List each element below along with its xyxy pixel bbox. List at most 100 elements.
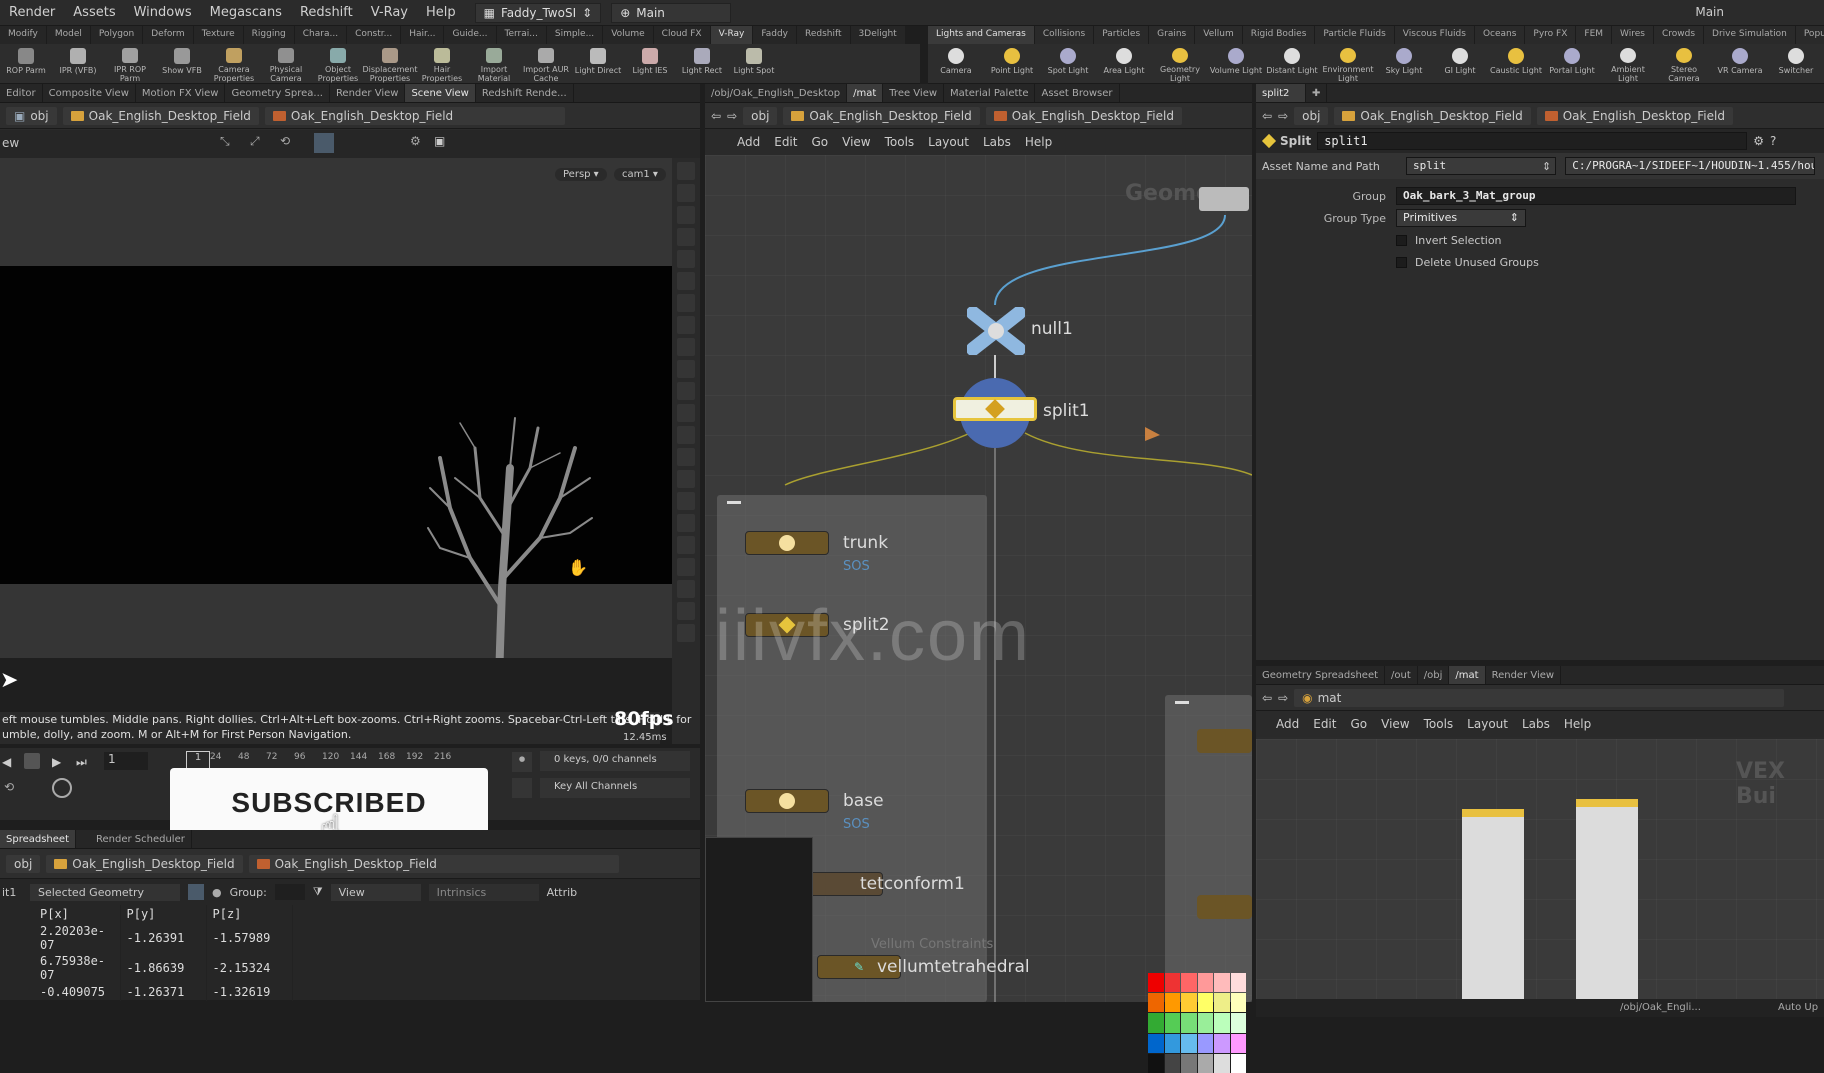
- pane-tab[interactable]: Geometry Sprea...: [225, 84, 330, 102]
- palette-swatch[interactable]: [1181, 1053, 1197, 1073]
- shelf-tool[interactable]: Camera: [928, 44, 984, 83]
- shelf-tab[interactable]: Collisions: [1035, 26, 1095, 44]
- null1-node[interactable]: [966, 306, 1026, 356]
- pane-tab[interactable]: /out: [1385, 666, 1418, 684]
- palette-swatch[interactable]: [1164, 993, 1180, 1013]
- help-icon[interactable]: ?: [1770, 134, 1776, 148]
- viewport-tool-icon[interactable]: [677, 536, 695, 554]
- shelf-tab[interactable]: Redshift: [797, 26, 851, 44]
- shelf-tool[interactable]: Geometry Light: [1152, 44, 1208, 83]
- shelf-tool[interactable]: Area Light: [1096, 44, 1152, 83]
- mat-network[interactable]: VEX Bui: [1256, 739, 1824, 999]
- ss-intrinsics[interactable]: Intrinsics: [428, 883, 539, 901]
- menu-item[interactable]: Layout: [928, 135, 969, 149]
- shelf-tab[interactable]: Hair...: [401, 26, 445, 44]
- pane-tab[interactable]: /mat: [1449, 666, 1486, 684]
- pane-tab[interactable]: Render View: [1486, 666, 1562, 684]
- menu-windows[interactable]: Windows: [125, 5, 201, 20]
- group-type-select[interactable]: Primitives ⇕: [1396, 209, 1526, 227]
- collapse-box-icon[interactable]: [1175, 701, 1189, 704]
- palette-swatch[interactable]: [1148, 993, 1164, 1013]
- menu-item[interactable]: Tools: [1424, 717, 1454, 731]
- shelf-tool[interactable]: Object Properties: [312, 44, 364, 83]
- palette-swatch[interactable]: [1197, 973, 1213, 993]
- network-editor[interactable]: Geome null1 split1 trunk SOS split2 base…: [705, 155, 1252, 1073]
- keyframe-icon[interactable]: ⏺: [512, 752, 532, 772]
- shelf-tool[interactable]: GI Light: [1432, 44, 1488, 83]
- tetconform1-label[interactable]: tetconform1: [860, 874, 965, 894]
- ss-path-a[interactable]: Oak_English_Desktop_Field: [46, 854, 243, 873]
- palette-swatch[interactable]: [1181, 973, 1197, 993]
- palette-swatch[interactable]: [1164, 1013, 1180, 1033]
- pane-tab[interactable]: /obj/Oak_English_Desktop: [705, 84, 848, 102]
- status-auto[interactable]: Auto Up: [1778, 1002, 1818, 1013]
- palette-swatch[interactable]: [1148, 1013, 1164, 1033]
- col-py[interactable]: P[y]: [120, 905, 207, 923]
- realtime-icon[interactable]: [52, 778, 72, 798]
- menu-item[interactable]: View: [1381, 717, 1409, 731]
- viewport-3d[interactable]: Persp ▾ cam1 ▾ ✋: [0, 158, 672, 722]
- viewport-tool-icon[interactable]: [677, 338, 695, 356]
- col-px[interactable]: P[x]: [34, 905, 121, 923]
- viewport-tool-icon[interactable]: [677, 272, 695, 290]
- shelf-tab[interactable]: Guide...: [444, 26, 497, 44]
- shelf-tab[interactable]: 3Delight: [851, 26, 905, 44]
- pane-tab[interactable]: Asset Browser: [1035, 84, 1120, 102]
- chevron-updown-icon[interactable]: ⇕: [1542, 160, 1551, 173]
- shelf-tab[interactable]: Grains: [1149, 26, 1196, 44]
- pane-tab[interactable]: Render View: [330, 84, 406, 102]
- viewport-tool-icon[interactable]: [677, 580, 695, 598]
- loop-icon[interactable]: ⟲: [4, 780, 14, 794]
- key-all-channels-menu[interactable]: Key All Channels: [540, 778, 690, 798]
- table-row[interactable]: 2.20203e-07 -1.26391 -1.57989: [34, 923, 293, 953]
- shelf-tool[interactable]: Stereo Camera: [1656, 44, 1712, 83]
- shelf-tab[interactable]: V-Ray: [710, 26, 754, 44]
- shelf-tool[interactable]: Point Light: [984, 44, 1040, 83]
- viewport-tool-icon[interactable]: [677, 206, 695, 224]
- shelf-tab[interactable]: Pyro FX: [1525, 26, 1577, 44]
- menu-item[interactable]: Labs: [1522, 717, 1550, 731]
- shelf-tool[interactable]: Switcher: [1768, 44, 1824, 83]
- network-box-right[interactable]: [1165, 695, 1252, 1002]
- network-overview[interactable]: [705, 837, 813, 1002]
- shelf-tool[interactable]: IPR ROP Parm: [104, 44, 156, 83]
- menu-redshift[interactable]: Redshift: [291, 5, 362, 20]
- shelf-tool[interactable]: Import Material: [468, 44, 520, 83]
- palette-swatch[interactable]: [1197, 1053, 1213, 1073]
- collapse-box-icon[interactable]: [727, 501, 741, 504]
- tab-split2[interactable]: split2: [1256, 84, 1306, 102]
- viewport-tool-icon[interactable]: [677, 448, 695, 466]
- shelf-tab[interactable]: Wires: [1612, 26, 1654, 44]
- shelf-tab[interactable]: Terrai...: [497, 26, 547, 44]
- viewport-tool-icon[interactable]: [677, 624, 695, 642]
- menu-item[interactable]: Edit: [1313, 717, 1336, 731]
- shelf-tab[interactable]: Faddy: [753, 26, 797, 44]
- menu-assets[interactable]: Assets: [64, 5, 124, 20]
- shelf-tab[interactable]: Deform: [143, 26, 194, 44]
- shelf-tab[interactable]: Lights and Cameras: [928, 26, 1035, 44]
- palette-swatch[interactable]: [1181, 1013, 1197, 1033]
- menu-item[interactable]: Help: [1564, 717, 1591, 731]
- shelf-tab[interactable]: Particle Fluids: [1315, 26, 1395, 44]
- col-pz[interactable]: P[z]: [206, 905, 293, 923]
- shelf-tab[interactable]: Constr...: [347, 26, 402, 44]
- shelf-tool[interactable]: Light Spot: [728, 44, 780, 83]
- vray-mtl-node[interactable]: [1462, 809, 1524, 999]
- invert-checkbox[interactable]: [1396, 234, 1407, 246]
- node-stub[interactable]: [1197, 895, 1252, 919]
- asset-path-field[interactable]: C:/PROGRA~1/SIDEEF~1/HOUDIN~1.455/houdi: [1565, 157, 1816, 175]
- param-path-root[interactable]: obj: [1294, 106, 1329, 125]
- shelf-tool[interactable]: VR Camera: [1712, 44, 1768, 83]
- viewport-tool-icon[interactable]: [677, 228, 695, 246]
- channel-icon[interactable]: [512, 778, 532, 798]
- net-path-b[interactable]: Oak_English_Desktop_Field: [985, 106, 1182, 125]
- shelf-tool[interactable]: IPR (VFB): [52, 44, 104, 83]
- path-root[interactable]: ▣ obj: [6, 106, 57, 125]
- pane-tab[interactable]: Motion FX View: [136, 84, 226, 102]
- camera-lock-icon[interactable]: ▣: [434, 134, 445, 148]
- ss-points-icon[interactable]: [188, 884, 204, 900]
- viewport-tool-icon[interactable]: [677, 602, 695, 620]
- palette-swatch[interactable]: [1230, 973, 1246, 993]
- pane-tab[interactable]: Redshift Rende...: [476, 84, 574, 102]
- table-row[interactable]: 6.75938e-07 -1.86639 -2.15324: [34, 953, 293, 983]
